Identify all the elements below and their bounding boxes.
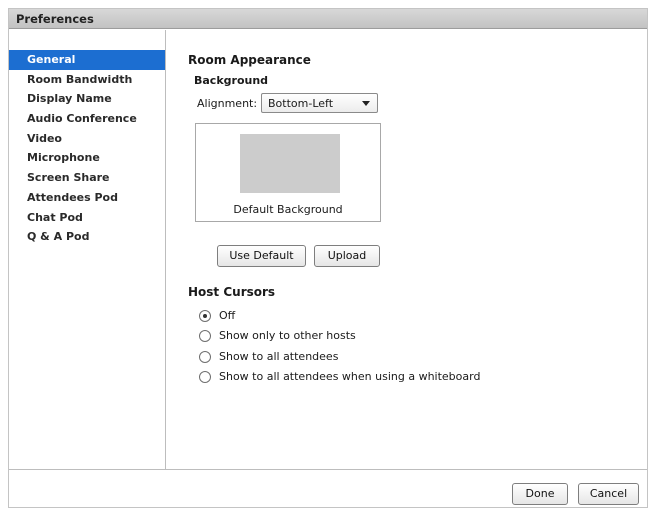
window-title: Preferences: [16, 12, 94, 26]
background-caption: Default Background: [233, 203, 343, 216]
alignment-select[interactable]: Bottom-Left: [261, 93, 378, 113]
dialog-footer: Done Cancel: [9, 469, 647, 507]
radio-all-attendees[interactable]: [199, 351, 211, 363]
sidebar-item-screen-share[interactable]: Screen Share: [9, 168, 165, 188]
sidebar-item-qa-pod[interactable]: Q & A Pod: [9, 227, 165, 247]
sidebar-item-chat-pod[interactable]: Chat Pod: [9, 208, 165, 228]
cursor-option-label: Off: [219, 309, 236, 322]
sidebar-item-room-bandwidth[interactable]: Room Bandwidth: [9, 70, 165, 90]
room-appearance-heading: Room Appearance: [188, 53, 311, 67]
upload-button[interactable]: Upload: [314, 245, 380, 267]
background-thumbnail: [240, 134, 340, 193]
sidebar-item-video[interactable]: Video: [9, 129, 165, 149]
chevron-down-icon: [362, 101, 370, 106]
title-bar[interactable]: Preferences: [9, 9, 647, 29]
preferences-dialog: Preferences General Room Bandwidth Displ…: [8, 8, 648, 508]
background-heading: Background: [194, 74, 269, 87]
sidebar-item-audio-conference[interactable]: Audio Conference: [9, 109, 165, 129]
cursor-option-label: Show only to other hosts: [219, 329, 356, 342]
background-preview: Default Background: [195, 123, 381, 222]
host-cursors-heading: Host Cursors: [188, 285, 276, 299]
sidebar-item-display-name[interactable]: Display Name: [9, 89, 165, 109]
sidebar-item-microphone[interactable]: Microphone: [9, 148, 165, 168]
done-button[interactable]: Done: [512, 483, 568, 505]
alignment-label: Alignment:: [197, 97, 258, 110]
use-default-button[interactable]: Use Default: [217, 245, 306, 267]
sidebar-item-attendees-pod[interactable]: Attendees Pod: [9, 188, 165, 208]
radio-whiteboard[interactable]: [199, 371, 211, 383]
sidebar: General Room Bandwidth Display Name Audi…: [9, 30, 166, 469]
sidebar-item-general[interactable]: General: [9, 50, 165, 70]
general-settings-panel: Room Appearance Background Alignment: Bo…: [167, 30, 647, 469]
category-list: General Room Bandwidth Display Name Audi…: [9, 50, 165, 247]
cursor-option-label: Show to all attendees: [219, 350, 339, 363]
cursor-option-label: Show to all attendees when using a white…: [219, 370, 481, 383]
radio-other-hosts[interactable]: [199, 330, 211, 342]
cancel-button[interactable]: Cancel: [578, 483, 639, 505]
radio-off[interactable]: [199, 310, 211, 322]
alignment-value: Bottom-Left: [268, 97, 334, 110]
